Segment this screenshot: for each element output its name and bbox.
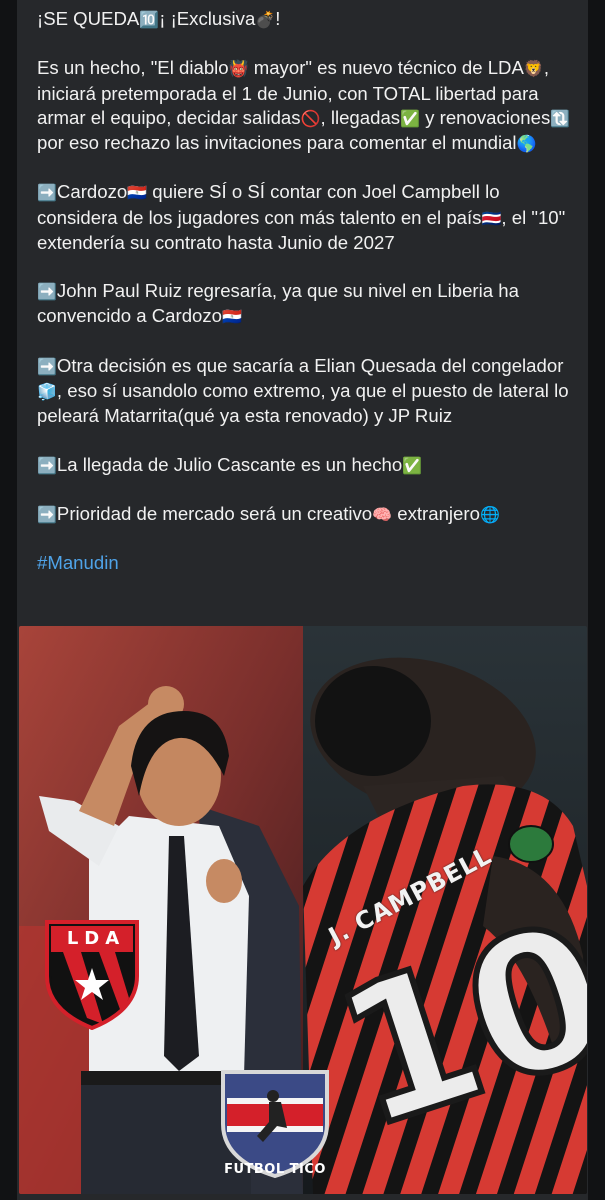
message-paragraph: ➡️Otra decisión es que sacaría a Elian Q…	[37, 354, 577, 429]
message-paragraph: Es un hecho, "El diablo👹 mayor" es nuevo…	[37, 56, 577, 156]
emoji-icon: 🇨🇷	[481, 208, 502, 228]
post-photo[interactable]: LDA J. CAMPBELL 10 FUTBOL TICO	[19, 626, 587, 1194]
message-text-segment: Otra decisión es que sacaría a Elian Que…	[56, 354, 564, 376]
emoji-icon: 🌎	[516, 134, 537, 153]
emoji-icon: ➡️	[37, 455, 57, 475]
hashtag-link[interactable]: #Manudin	[37, 551, 577, 575]
emoji-icon: 👹	[228, 59, 249, 79]
message-text-segment: John Paul Ruiz regresaría, ya que su niv…	[37, 280, 519, 327]
message-text-segment: extranjero	[392, 502, 480, 524]
message-text-segment: La llegada de Julio Cascante es un hecho	[56, 453, 403, 475]
message-text-segment: !	[275, 8, 281, 29]
message-paragraph: ➡️John Paul Ruiz regresaría, ya que su n…	[37, 279, 577, 329]
message-text-segment: Cardozo	[56, 181, 128, 203]
message-text-segment: , eso sí usandolo como extremo, ya que e…	[37, 379, 569, 427]
emoji-icon: 🇵🇾	[222, 307, 242, 327]
emoji-icon: ➡️	[37, 504, 57, 524]
message-paragraph: ➡️La llegada de Julio Cascante es un hec…	[37, 453, 577, 478]
emoji-icon: 🔃	[550, 108, 571, 128]
message-text-segment: y renovaciones	[420, 106, 551, 128]
emoji-icon: 🇵🇾	[127, 183, 148, 203]
emoji-icon: 🧊	[37, 381, 57, 401]
emoji-icon: ➡️	[37, 282, 57, 302]
message-paragraph: ➡️Cardozo🇵🇾 quiere SÍ o SÍ contar con Jo…	[37, 180, 577, 255]
message-text-segment: mayor" es nuevo técnico de LDA	[248, 57, 524, 79]
emoji-icon: ✅	[400, 108, 421, 128]
message-text-segment: Es un hecho, "El diablo	[37, 57, 229, 79]
emoji-icon: 🦁	[523, 59, 544, 79]
emoji-icon: ✅	[402, 455, 423, 475]
message-paragraph: ¡SE QUEDA🔟¡ ¡Exclusiva💣!	[37, 7, 577, 32]
emoji-icon: 🚫	[300, 108, 321, 128]
message-text: ¡SE QUEDA🔟¡ ¡Exclusiva💣! Es un hecho, "El…	[37, 7, 577, 576]
lda-crest-text: LDA	[66, 928, 126, 949]
message-bubble: ¡SE QUEDA🔟¡ ¡Exclusiva💣! Es un hecho, "El…	[17, 0, 588, 1200]
message-paragraph: ➡️Prioridad de mercado será un creativo🧠…	[37, 502, 577, 527]
message-text-segment: , llegadas	[320, 106, 401, 128]
message-text-segment: por eso rechazo las invitaciones para co…	[37, 132, 517, 153]
emoji-icon: 🧠	[372, 504, 393, 524]
message-text-segment: ¡SE QUEDA	[37, 8, 140, 29]
message-text-segment: ¡ ¡Exclusiva	[159, 8, 256, 29]
emoji-icon: 🌐	[479, 504, 500, 524]
emoji-icon: 💣	[255, 10, 276, 29]
emoji-icon: 🔟	[139, 10, 160, 29]
emoji-icon: ➡️	[37, 356, 57, 376]
message-text-segment: Prioridad de mercado será un creativo	[56, 502, 373, 524]
futbol-tico-text: FUTBOL TICO	[224, 1162, 326, 1177]
emoji-icon: ➡️	[37, 183, 57, 203]
